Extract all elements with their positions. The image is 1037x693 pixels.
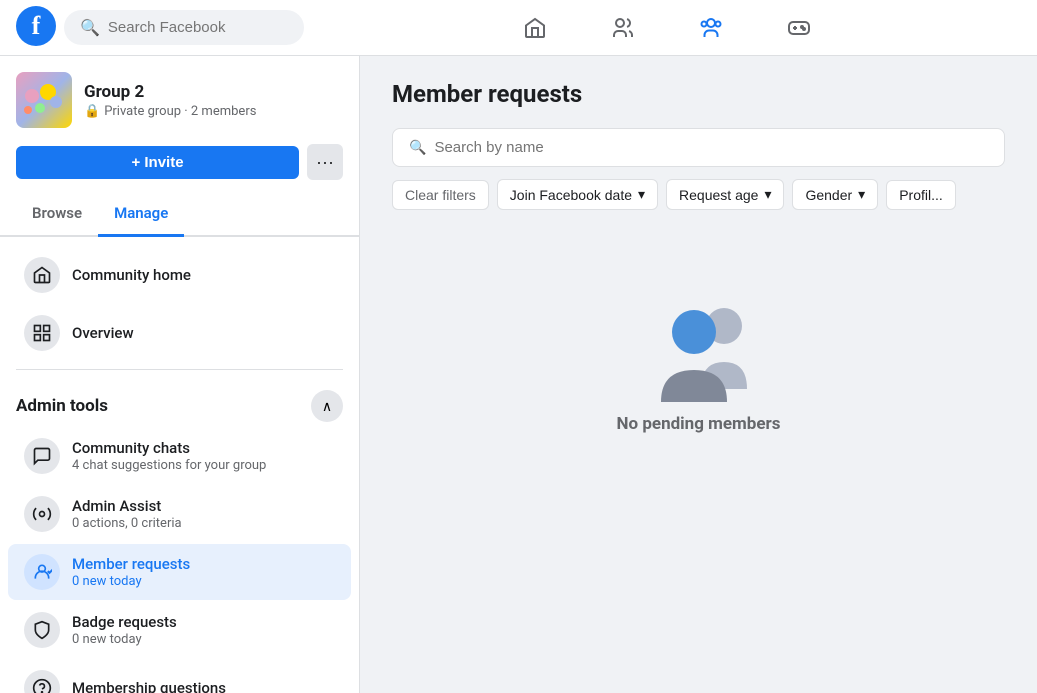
main-content: Member requests 🔍 Clear filters Join Fac… — [360, 56, 1037, 693]
admin-assist-text: Admin Assist 0 actions, 0 criteria — [72, 497, 335, 531]
dropdown-arrow-icon: ▾ — [638, 186, 645, 203]
group-avatar — [16, 72, 72, 128]
badge-requests-text: Badge requests 0 new today — [72, 613, 335, 647]
tabs: Browse Manage — [0, 192, 359, 237]
invite-button[interactable]: + Invite — [16, 146, 299, 179]
sidebar-item-overview[interactable]: Overview — [8, 305, 351, 361]
group-meta: 🔒 Private group · 2 members — [84, 104, 343, 119]
home-icon — [24, 257, 60, 293]
empty-state-illustration — [639, 294, 759, 394]
sidebar-item-member-requests[interactable]: Member requests 0 new today — [8, 544, 351, 600]
sidebar-item-community-home[interactable]: Community home — [8, 247, 351, 303]
search-input[interactable] — [108, 19, 288, 36]
search-icon: 🔍 — [409, 140, 426, 156]
more-dots-icon: ··· — [316, 152, 334, 173]
member-requests-text: Member requests 0 new today — [72, 555, 335, 589]
sidebar-menu: Community home Overview — [0, 237, 359, 693]
profile-filter[interactable]: Profil... — [886, 180, 956, 210]
tab-manage[interactable]: Manage — [98, 192, 184, 237]
community-chats-text: Community chats 4 chat suggestions for y… — [72, 439, 335, 473]
questions-icon — [24, 670, 60, 693]
sidebar-item-admin-assist[interactable]: Admin Assist 0 actions, 0 criteria — [8, 486, 351, 542]
dropdown-arrow-icon-3: ▾ — [858, 186, 865, 203]
no-pending-members-text: No pending members — [617, 414, 781, 434]
home-nav-button[interactable] — [511, 4, 559, 52]
main-layout: Group 2 🔒 Private group · 2 members + In… — [0, 56, 1037, 693]
sidebar: Group 2 🔒 Private group · 2 members + In… — [0, 56, 360, 693]
filters-row: Clear filters Join Facebook date ▾ Reque… — [392, 179, 1005, 210]
chevron-up-icon: ∧ — [322, 398, 332, 415]
name-search-bar[interactable]: 🔍 — [392, 128, 1005, 167]
chat-icon — [24, 438, 60, 474]
divider — [16, 369, 343, 370]
friends-nav-button[interactable] — [599, 4, 647, 52]
admin-tools-section: Admin tools ∧ — [0, 378, 359, 426]
name-search-input[interactable] — [434, 139, 988, 156]
clear-filters-button[interactable]: Clear filters — [392, 180, 489, 210]
lock-icon: 🔒 — [84, 104, 100, 119]
more-options-button[interactable]: ··· — [307, 144, 343, 180]
admin-assist-icon — [24, 496, 60, 532]
badge-icon — [24, 612, 60, 648]
svg-text:f: f — [32, 11, 41, 40]
sidebar-item-community-chats[interactable]: Community chats 4 chat suggestions for y… — [8, 428, 351, 484]
search-icon: 🔍 — [80, 18, 100, 37]
group-name: Group 2 — [84, 82, 343, 102]
membership-questions-text: Membership questions — [72, 679, 335, 693]
sidebar-item-membership-questions[interactable]: Membership questions — [8, 660, 351, 693]
empty-state: No pending members — [392, 234, 1005, 494]
collapse-button[interactable]: ∧ — [311, 390, 343, 422]
request-age-filter[interactable]: Request age ▾ — [666, 179, 784, 210]
overview-label: Overview — [72, 324, 335, 342]
admin-tools-label: Admin tools — [16, 396, 108, 416]
group-header: Group 2 🔒 Private group · 2 members — [0, 56, 359, 144]
overview-icon — [24, 315, 60, 351]
nav-icons — [312, 4, 1021, 52]
gender-filter[interactable]: Gender ▾ — [792, 179, 878, 210]
page-title: Member requests — [392, 80, 1005, 108]
facebook-logo[interactable]: f — [16, 6, 56, 50]
search-bar[interactable]: 🔍 — [64, 10, 304, 45]
join-facebook-date-filter[interactable]: Join Facebook date ▾ — [497, 179, 658, 210]
gaming-nav-button[interactable] — [775, 4, 823, 52]
tab-browse[interactable]: Browse — [16, 192, 98, 237]
groups-nav-button[interactable] — [687, 4, 735, 52]
group-info: Group 2 🔒 Private group · 2 members — [84, 82, 343, 119]
sidebar-item-badge-requests[interactable]: Badge requests 0 new today — [8, 602, 351, 658]
invite-row: + Invite ··· — [0, 144, 359, 192]
top-navigation: f 🔍 — [0, 0, 1037, 56]
member-requests-icon — [24, 554, 60, 590]
community-home-label: Community home — [72, 266, 335, 284]
dropdown-arrow-icon-2: ▾ — [764, 186, 771, 203]
